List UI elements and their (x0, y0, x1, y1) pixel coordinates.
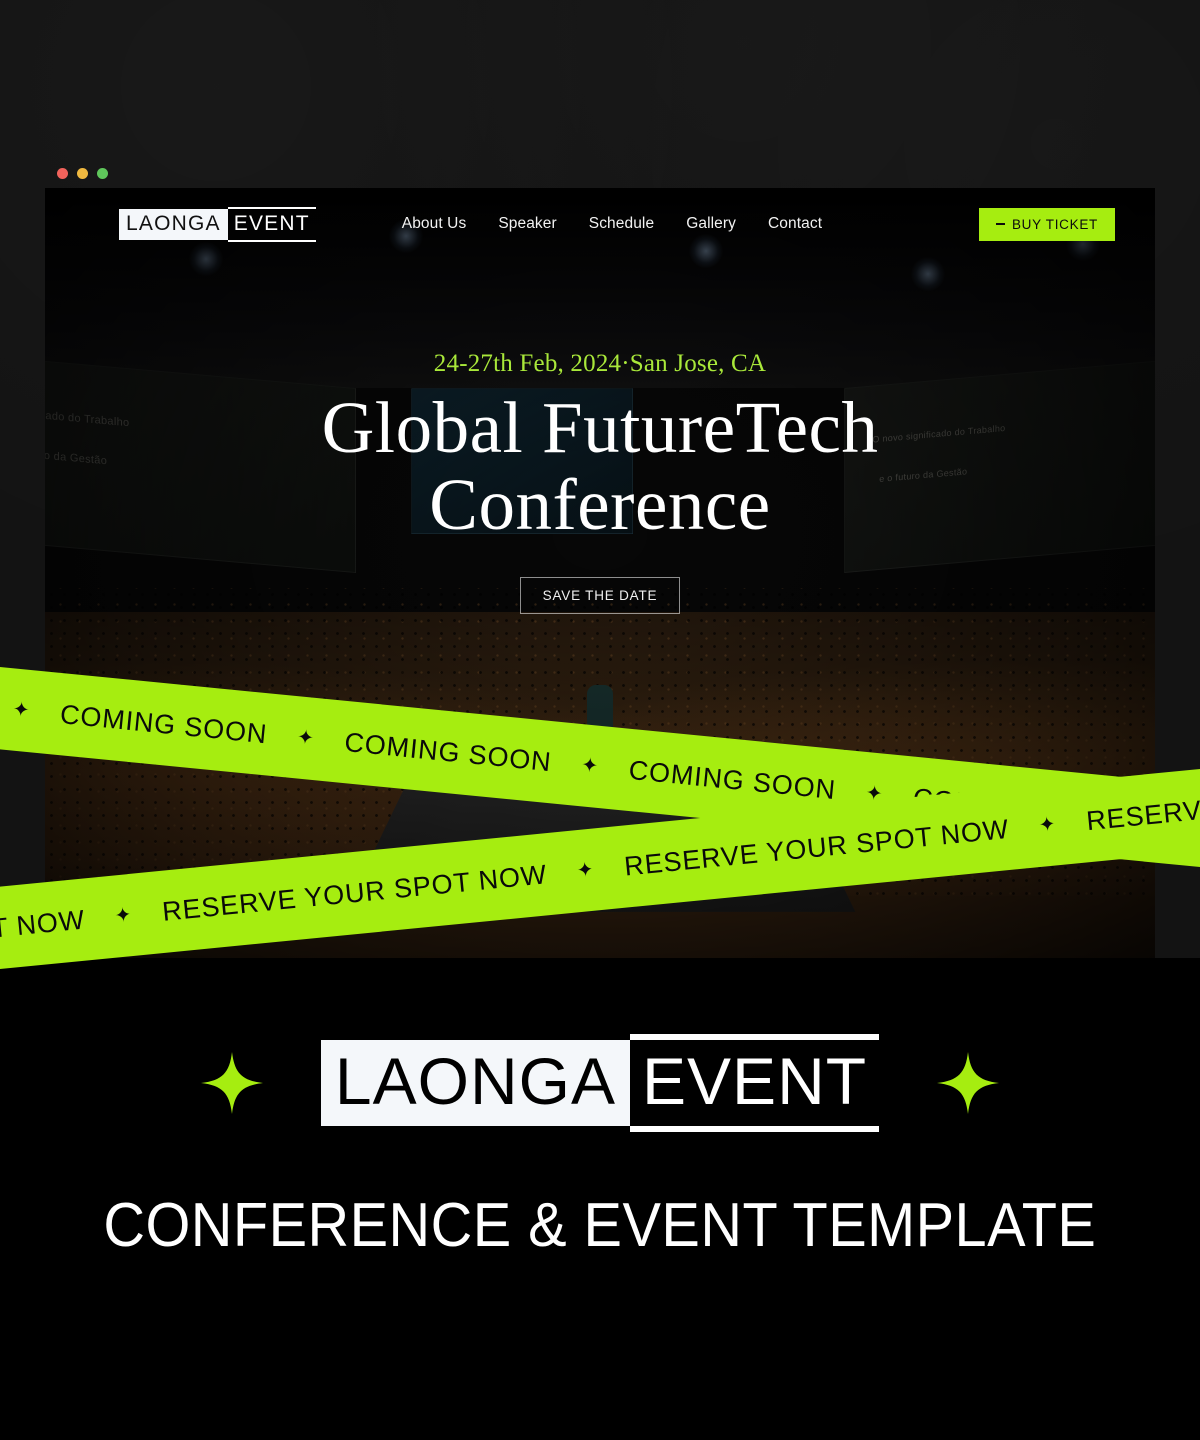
brand-footer: LAONGA EVENT CONFERENCE & EVENT TEMPLATE (0, 958, 1200, 1440)
footer-logo-secondary: EVENT (630, 1034, 880, 1132)
hero-date-location: 24-27th Feb, 2024·San Jose, CA (433, 350, 767, 377)
banner-text: RESERVE YOUR SPOT NOW (160, 858, 549, 927)
four-point-star-icon (937, 1052, 1000, 1114)
hero-title: Global FutureTech Conference (321, 387, 879, 545)
buy-ticket-label: BUY TICKET (1011, 216, 1098, 232)
sparkle-icon: ✦ (580, 754, 601, 778)
sparkle-icon: ✦ (575, 858, 596, 883)
sparkle-icon: ✦ (1037, 813, 1058, 837)
footer-tagline: CONFERENCE & EVENT TEMPLATE (103, 1191, 1097, 1260)
buy-ticket-button[interactable]: BUY TICKET (978, 207, 1115, 241)
dash-icon (995, 223, 1005, 225)
logo-text-secondary: EVENT (227, 206, 316, 242)
main-navigation: About Us Speaker Schedule Gallery Contac… (402, 215, 822, 233)
banner-text: RESERVE YOUR SPOT NOW (622, 813, 1011, 882)
site-header: LAONGA EVENT About Us Speaker Schedule G… (45, 188, 1155, 260)
footer-logo-primary: LAONGA (320, 1040, 631, 1126)
banner-text: COMING SOON (627, 754, 838, 805)
hero-title-line-2: Conference (429, 463, 771, 545)
nav-item-gallery[interactable]: Gallery (686, 215, 736, 233)
banner-text: COMING SOON (58, 698, 269, 749)
window-minimize-dot[interactable] (77, 167, 88, 179)
window-maximize-dot[interactable] (97, 167, 108, 179)
sparkle-icon: ✦ (295, 726, 316, 750)
banner-text: COMING SOON (343, 726, 553, 777)
four-point-star-icon (200, 1052, 263, 1114)
browser-chrome-bar (45, 158, 1155, 188)
footer-logo: LAONGA EVENT (320, 1034, 880, 1132)
site-logo[interactable]: LAONGA EVENT (119, 206, 316, 242)
nav-item-about-us[interactable]: About Us (402, 215, 467, 233)
hero-title-line-1: Global FutureTech (321, 387, 879, 468)
banner-text: RESERVE YOUR SPOT NOW (0, 904, 87, 972)
nav-item-speaker[interactable]: Speaker (498, 215, 556, 233)
brand-lockup-row: LAONGA EVENT (200, 1034, 1000, 1132)
sparkle-icon: ✦ (11, 698, 32, 723)
window-close-dot[interactable] (57, 167, 68, 179)
nav-item-contact[interactable]: Contact (768, 215, 822, 233)
banner-text: RESERVE YOUR SPOT NOW (1084, 768, 1200, 836)
page-root: ficado do Trabalho uro da Gestão O novo … (0, 0, 1200, 1440)
nav-item-schedule[interactable]: Schedule (589, 215, 654, 233)
save-the-date-button[interactable]: SAVE THE DATE (519, 577, 681, 615)
sparkle-icon: ✦ (113, 903, 134, 928)
promo-banners: COMING SOON ✦ COMING SOON ✦ COMING SOON … (0, 661, 1200, 980)
logo-text-primary: LAONGA (119, 208, 228, 240)
